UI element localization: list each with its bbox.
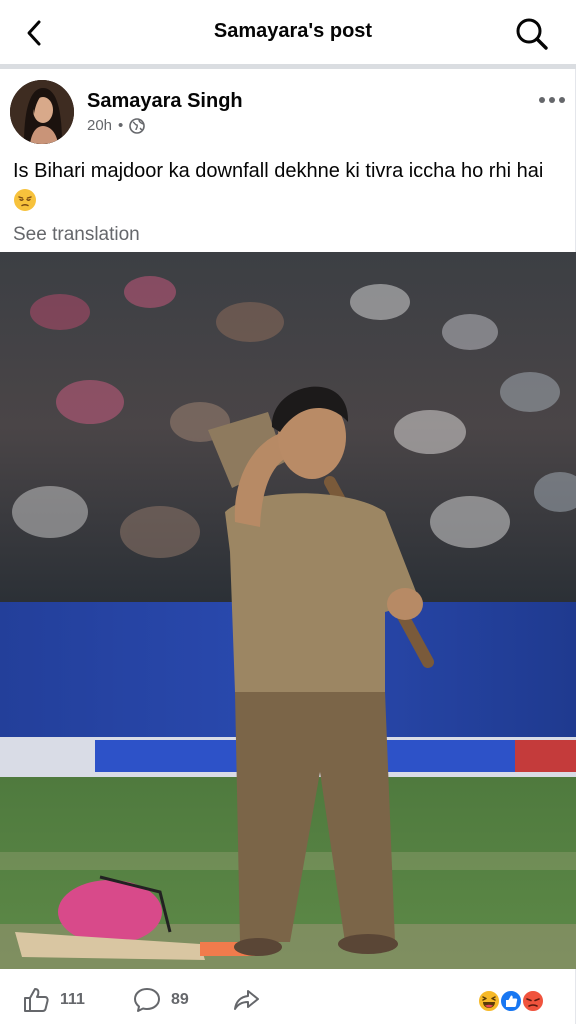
avatar-image — [10, 80, 74, 144]
reactions-summary[interactable] — [476, 988, 546, 1014]
search-icon — [516, 18, 548, 50]
more-options-button[interactable] — [536, 90, 568, 110]
share-icon — [234, 989, 259, 1010]
more-horizontal-icon — [539, 97, 565, 103]
share-button[interactable] — [232, 975, 260, 1024]
haha-reaction-icon — [477, 989, 501, 1013]
post-photo[interactable] — [0, 252, 576, 969]
angry-reaction-icon — [521, 989, 545, 1013]
thumbs-up-icon — [24, 987, 49, 1012]
meta-separator: • — [118, 117, 124, 134]
like-reaction-icon — [499, 989, 523, 1013]
top-bar: Samayara's post — [0, 0, 586, 66]
author-name[interactable]: Samayara Singh — [87, 90, 243, 113]
post-text: Is Bihari majdoor ka downfall dekhne ki … — [13, 156, 553, 221]
post-meta: 20h • — [87, 117, 146, 134]
comment-button[interactable]: 89 — [133, 975, 189, 1024]
globe-icon — [129, 117, 146, 134]
like-count: 111 — [60, 990, 85, 1008]
comment-icon — [134, 987, 160, 1012]
see-translation-link[interactable]: See translation — [13, 224, 140, 246]
search-button[interactable] — [512, 14, 552, 54]
post-time[interactable]: 20h — [87, 117, 112, 134]
page-title: Samayara's post — [213, 20, 373, 42]
avatar[interactable] — [10, 80, 74, 144]
comment-count: 89 — [171, 990, 189, 1008]
like-button[interactable]: 111 — [22, 975, 85, 1024]
post-body: Is Bihari majdoor ka downfall dekhne ki … — [13, 160, 544, 182]
post-actions: 111 89 — [0, 975, 576, 1024]
pensive-face-emoji — [13, 188, 37, 221]
groundsman-photo — [0, 252, 576, 969]
